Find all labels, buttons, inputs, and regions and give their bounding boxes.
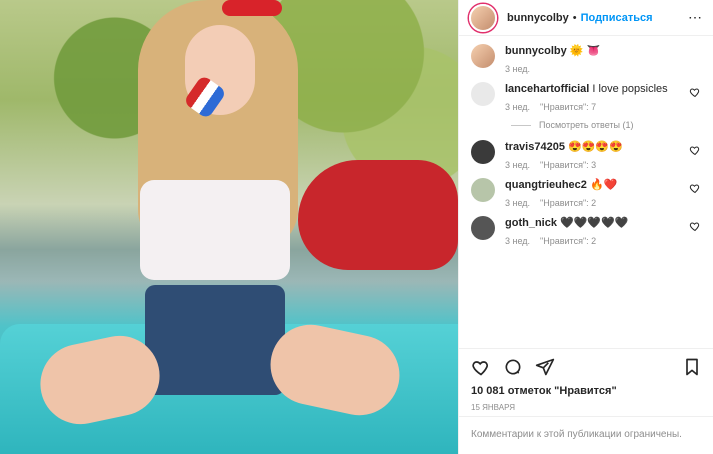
commenter-avatar[interactable] (471, 216, 495, 240)
heart-icon[interactable] (689, 182, 701, 194)
caption-row: bunnycolby 🌞 👅 3 нед. (471, 44, 701, 74)
comment-text: I love popsicles (592, 83, 668, 95)
comment-text: 🖤🖤🖤🖤🖤 (560, 217, 629, 229)
heart-icon[interactable] (689, 220, 701, 232)
likes-count[interactable]: 10 081 отметок "Нравится" (471, 385, 702, 397)
more-options-icon[interactable]: ⋯ (688, 9, 703, 26)
comment-row: travis74205 😍😍😍😍 3 нед. "Нравится": 3 (471, 140, 701, 170)
comment-username[interactable]: goth_nick (505, 217, 557, 229)
comment-username[interactable]: quangtrieuhec2 (505, 179, 587, 191)
comment-username[interactable]: travis74205 (505, 141, 565, 153)
commenter-avatar[interactable] (471, 178, 495, 202)
photo-top (140, 180, 290, 280)
heart-icon[interactable] (471, 357, 491, 377)
comments-list: bunnycolby 🌞 👅 3 нед. lancehartofficial … (459, 36, 713, 342)
post-date[interactable]: 15 января (471, 403, 702, 412)
comment-likes[interactable]: "Нравится": 2 (540, 236, 596, 246)
header-separator: • (572, 11, 577, 24)
comment-row: quangtrieuhec2 🔥❤️ 3 нед. "Нравится": 2 (471, 178, 701, 208)
comment-time[interactable]: 3 нед. (505, 102, 530, 112)
comment-time[interactable]: 3 нед. (505, 198, 530, 208)
heart-icon[interactable] (689, 144, 701, 156)
paper-plane-icon[interactable] (535, 357, 555, 377)
comment-row: lancehartofficial I love popsicles 3 нед… (471, 82, 701, 112)
comment-row: goth_nick 🖤🖤🖤🖤🖤 3 нед. "Нравится": 2 (471, 216, 701, 246)
view-replies-label[interactable]: Посмотреть ответы (1) (539, 120, 634, 130)
caption-avatar[interactable] (471, 44, 495, 68)
photo-shorts (145, 285, 285, 395)
comment-time[interactable]: 3 нед. (505, 160, 530, 170)
bookmark-icon[interactable] (682, 357, 702, 377)
author-username[interactable]: bunnycolby (507, 12, 569, 24)
view-replies-button[interactable]: Посмотреть ответы (1) (511, 120, 701, 130)
comment-text: 😍😍😍😍 (568, 141, 623, 153)
post-header: bunnycolby • Подписаться ⋯ (459, 0, 713, 36)
post-actions: 10 081 отметок "Нравится" 15 января (459, 348, 713, 420)
post-photo[interactable] (0, 0, 458, 454)
comment-likes[interactable]: "Нравится": 7 (540, 102, 596, 112)
comment-username[interactable]: lancehartofficial (505, 83, 589, 95)
photo-bow (222, 0, 282, 16)
caption-time[interactable]: 3 нед. (505, 64, 530, 74)
comment-likes[interactable]: "Нравится": 3 (540, 160, 596, 170)
comment-icon[interactable] (503, 357, 523, 377)
author-avatar[interactable] (469, 3, 497, 32)
commenter-avatar[interactable] (471, 140, 495, 164)
caption-text: 🌞 👅 (569, 45, 601, 57)
commenter-avatar[interactable] (471, 82, 495, 106)
comment-time[interactable]: 3 нед. (505, 236, 530, 246)
comment-text: 🔥❤️ (589, 179, 618, 191)
photo-red-cushion (298, 160, 458, 270)
caption-username[interactable]: bunnycolby (505, 45, 567, 57)
follow-button[interactable]: Подписаться (581, 12, 653, 24)
comment-likes[interactable]: "Нравится": 2 (540, 198, 596, 208)
heart-icon[interactable] (689, 86, 701, 98)
photo-person (32, 0, 407, 454)
post-side-panel: bunnycolby • Подписаться ⋯ bunnycolby 🌞 … (458, 0, 713, 454)
comments-restricted-notice: Комментарии к этой публикации ограничены… (459, 416, 713, 454)
instagram-post: bunnycolby • Подписаться ⋯ bunnycolby 🌞 … (0, 0, 713, 454)
replies-line (511, 124, 531, 126)
